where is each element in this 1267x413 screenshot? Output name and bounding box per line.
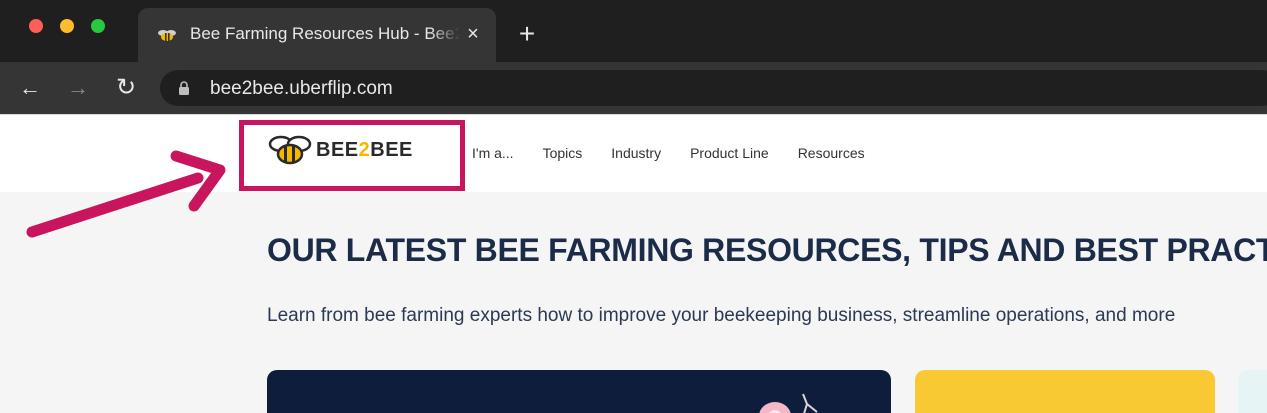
nav-item-topics[interactable]: Topics xyxy=(543,145,583,161)
reload-icon[interactable]: ↻ xyxy=(112,74,140,102)
new-tab-icon[interactable]: + xyxy=(512,20,542,50)
browser-tab-active[interactable]: Bee Farming Resources Hub - Bee2Bee × xyxy=(138,8,496,62)
tab-close-icon[interactable]: × xyxy=(461,22,485,46)
url-text: bee2bee.uberflip.com xyxy=(210,78,393,99)
window-minimize-dot[interactable] xyxy=(60,19,74,33)
main-nav: I'm a... Topics Industry Product Line Re… xyxy=(472,145,894,161)
nav-item-resources[interactable]: Resources xyxy=(798,145,865,161)
logo-highlight-box xyxy=(239,120,465,191)
browser-toolbar: ← → ↻ bee2bee.uberflip.com xyxy=(0,62,1267,114)
tab-title: Bee Farming Resources Hub - Bee2Bee xyxy=(190,24,460,44)
page-headline: OUR LATEST BEE FARMING RESOURCES, TIPS A… xyxy=(267,232,1267,268)
nav-item-product-line[interactable]: Product Line xyxy=(690,145,769,161)
resource-card[interactable] xyxy=(267,370,891,413)
address-bar[interactable]: bee2bee.uberflip.com xyxy=(160,70,1267,106)
page-subtext: Learn from bee farming experts how to im… xyxy=(267,305,1176,326)
resource-card[interactable] xyxy=(915,370,1215,413)
window-close-dot[interactable] xyxy=(29,19,43,33)
nav-item-im-a[interactable]: I'm a... xyxy=(472,145,514,161)
back-arrow-icon[interactable]: ← xyxy=(16,74,44,102)
window-zoom-dot[interactable] xyxy=(91,19,105,33)
browser-tab-bar: Bee Farming Resources Hub - Bee2Bee × + xyxy=(0,0,1267,62)
lock-icon xyxy=(179,81,189,95)
annotation-arrow-icon xyxy=(26,150,226,238)
flower-illustration-icon xyxy=(759,393,818,413)
bee-favicon-icon xyxy=(158,30,176,41)
forward-arrow-icon[interactable]: → xyxy=(64,74,92,102)
nav-item-industry[interactable]: Industry xyxy=(611,145,661,161)
resource-card[interactable] xyxy=(1238,370,1267,413)
